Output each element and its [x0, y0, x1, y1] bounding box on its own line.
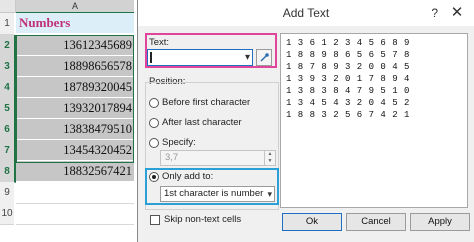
dialog-titlebar[interactable]: Add Text ? ✕: [138, 0, 474, 26]
preview-line: 1 8 8 9 8 6 5 6 5 7 8: [286, 50, 410, 60]
eyedropper-icon: [259, 53, 269, 62]
skip-non-text-checkbox[interactable]: [150, 215, 160, 225]
text-input[interactable]: ▾: [147, 49, 253, 66]
preview-pane: 1 3 6 1 2 3 4 5 6 8 9 1 8 8 9 8 6 5 6 5 …: [280, 33, 468, 208]
radio-before-first[interactable]: [149, 98, 159, 108]
help-icon[interactable]: ?: [431, 6, 438, 20]
number-cell[interactable]: 13612345689: [16, 35, 134, 56]
preview-line: 1 3 6 1 2 3 4 5 6 8 9: [286, 38, 410, 48]
eyedropper-button[interactable]: [256, 49, 272, 66]
header-cell[interactable]: Numbers: [16, 13, 134, 34]
preview-line: 1 8 8 3 2 5 6 7 4 2 1: [286, 110, 410, 120]
select-all-corner[interactable]: [0, 0, 16, 13]
specify-label: Specify:: [162, 137, 196, 148]
number-cell[interactable]: 18898656578: [16, 56, 134, 77]
number-cell[interactable]: 13838479510: [16, 119, 134, 140]
chevron-down-icon[interactable]: ▾: [267, 187, 272, 201]
row-header[interactable]: 5: [0, 98, 16, 120]
specify-value: 3,7: [165, 152, 179, 163]
number-cell[interactable]: 18789320045: [16, 77, 134, 98]
only-add-label: Only add to:: [162, 171, 214, 182]
preview-line: 1 3 8 3 8 4 7 9 5 1 0: [286, 86, 410, 96]
preview-line: 1 3 9 3 2 0 1 7 8 9 4: [286, 74, 410, 84]
number-cell[interactable]: 13932017894: [16, 98, 134, 119]
skip-non-text-label: Skip non-text cells: [164, 214, 242, 225]
only-add-select[interactable]: 1st character is number ▾: [160, 186, 275, 202]
preview-line: 1 3 4 5 4 3 2 0 4 5 2: [286, 98, 410, 108]
row-header[interactable]: 10: [0, 203, 14, 225]
radio-only-add[interactable]: [149, 172, 159, 182]
row-header[interactable]: 7: [0, 140, 16, 162]
row-header[interactable]: 3: [0, 56, 16, 78]
row-header[interactable]: 1: [0, 13, 14, 35]
cancel-button[interactable]: Cancel: [346, 213, 406, 231]
preview-line: 1 8 7 8 9 3 2 0 0 4 5: [286, 62, 410, 72]
text-label: Text:: [149, 37, 170, 48]
number-cell[interactable]: 13454320452: [16, 140, 134, 161]
row-header[interactable]: 6: [0, 119, 16, 141]
number-cell[interactable]: 18832567421: [16, 161, 134, 182]
text-cursor: [150, 52, 152, 63]
column-header-a[interactable]: A: [16, 0, 134, 14]
after-last-label: After last character: [162, 117, 242, 128]
row-header[interactable]: 8: [0, 161, 16, 183]
chevron-down-icon[interactable]: ▾: [245, 51, 250, 65]
only-add-value: 1st character is number: [164, 188, 264, 199]
add-text-dialog: Add Text ? ✕ Text: ▾ Position: Before fi…: [137, 0, 474, 242]
ok-button[interactable]: Ok: [282, 213, 342, 231]
close-icon[interactable]: ✕: [448, 4, 466, 22]
row-header[interactable]: 9: [0, 182, 14, 204]
specify-spinner[interactable]: 3,7 ▲ ▼: [160, 150, 276, 166]
spreadsheet: A 1 2 3 4 5 6 7 8 9 10 Numbers 136123456…: [0, 0, 150, 242]
radio-after-last[interactable]: [149, 118, 159, 128]
row-header[interactable]: 4: [0, 77, 16, 99]
dialog-title: Add Text: [282, 6, 330, 20]
radio-specify[interactable]: [149, 138, 159, 148]
spinner-arrows-icon[interactable]: ▲ ▼: [264, 151, 275, 165]
before-first-label: Before first character: [162, 97, 251, 108]
row-header[interactable]: 2: [0, 35, 16, 57]
apply-button[interactable]: Apply: [410, 213, 470, 231]
